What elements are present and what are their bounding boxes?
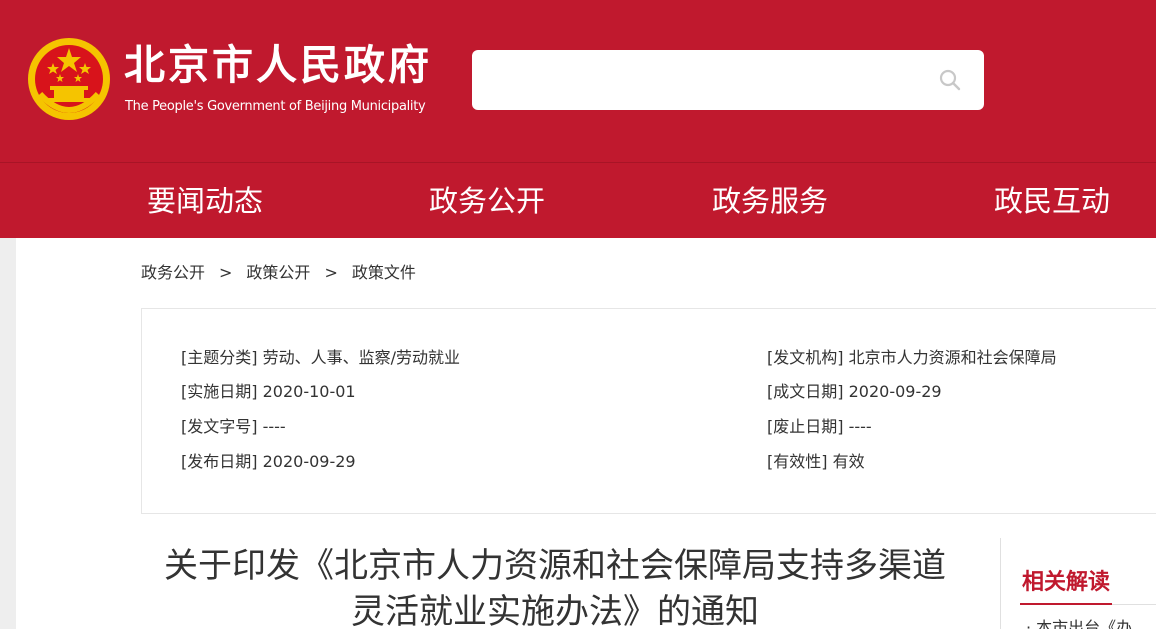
nav-item-interaction[interactable]: 政民互动 bbox=[994, 183, 1110, 219]
meta-effective-date: [实施日期] 2020-10-01 bbox=[181, 381, 356, 403]
meta-value: 北京市人力资源和社会保障局 bbox=[848, 348, 1057, 367]
meta-validity: [有效性] 有效 bbox=[767, 451, 865, 473]
search-input[interactable] bbox=[472, 50, 912, 110]
nav-item-news[interactable]: 要闻动态 bbox=[147, 183, 263, 219]
meta-value: 2020-10-01 bbox=[262, 382, 356, 401]
site-header: 北京市人民政府 The People's Government of Beiji… bbox=[0, 0, 1156, 162]
meta-label: [有效性] bbox=[767, 452, 828, 471]
meta-label: [成文日期] bbox=[767, 382, 844, 401]
meta-repeal-date: [废止日期] ---- bbox=[767, 416, 872, 438]
national-emblem-icon[interactable] bbox=[26, 36, 112, 122]
meta-label: [发布日期] bbox=[181, 452, 258, 471]
breadcrumb: 政务公开 > 政策公开 > 政策文件 bbox=[141, 262, 416, 284]
nav-item-government-affairs[interactable]: 政务公开 bbox=[429, 183, 545, 219]
meta-value: ---- bbox=[848, 417, 872, 436]
meta-value: 有效 bbox=[832, 452, 865, 471]
related-reading-link[interactable]: · 本市出台《办 bbox=[1026, 617, 1132, 629]
document-metadata-panel: [主题分类] 劳动、人事、监察/劳动就业 [实施日期] 2020-10-01 [… bbox=[141, 308, 1156, 514]
related-heading-rule bbox=[1112, 604, 1156, 605]
meta-topic: [主题分类] 劳动、人事、监察/劳动就业 bbox=[181, 347, 460, 369]
nav-item-government-services[interactable]: 政务服务 bbox=[712, 183, 828, 219]
meta-publish-date: [发布日期] 2020-09-29 bbox=[181, 451, 356, 473]
document-title: 关于印发《北京市人力资源和社会保障局支持多渠道灵活就业实施办法》的通知 bbox=[164, 546, 946, 629]
meta-value: ---- bbox=[262, 417, 286, 436]
meta-value: 2020-09-29 bbox=[848, 382, 942, 401]
meta-label: [主题分类] bbox=[181, 348, 258, 367]
meta-written-date: [成文日期] 2020-09-29 bbox=[767, 381, 942, 403]
search-icon[interactable] bbox=[938, 68, 962, 92]
left-margin bbox=[0, 238, 16, 629]
meta-document-number: [发文字号] ---- bbox=[181, 416, 286, 438]
meta-label: [废止日期] bbox=[767, 417, 844, 436]
breadcrumb-separator: > bbox=[219, 263, 233, 282]
meta-value: 2020-09-29 bbox=[262, 452, 356, 471]
breadcrumb-separator: > bbox=[324, 263, 338, 282]
breadcrumb-item-policy-disclosure[interactable]: 政策公开 bbox=[246, 262, 310, 284]
meta-label: [发文机构] bbox=[767, 348, 844, 367]
breadcrumb-item-government-affairs[interactable]: 政务公开 bbox=[141, 262, 205, 284]
sidebar-divider bbox=[1000, 538, 1001, 629]
related-readings-heading: 相关解读 bbox=[1022, 570, 1111, 595]
site-subtitle: The People's Government of Beijing Munic… bbox=[125, 99, 426, 114]
meta-label: [实施日期] bbox=[181, 382, 258, 401]
search-box bbox=[472, 50, 984, 110]
main-nav: 要闻动态 政务公开 政务服务 政民互动 bbox=[0, 162, 1156, 238]
meta-issuing-agency: [发文机构] 北京市人力资源和社会保障局 bbox=[767, 347, 1057, 369]
meta-label: [发文字号] bbox=[181, 417, 258, 436]
related-heading-underline bbox=[1020, 603, 1112, 605]
site-title[interactable]: 北京市人民政府 bbox=[124, 40, 432, 90]
meta-value: 劳动、人事、监察/劳动就业 bbox=[262, 348, 460, 367]
breadcrumb-item-policy-documents[interactable]: 政策文件 bbox=[352, 262, 416, 284]
